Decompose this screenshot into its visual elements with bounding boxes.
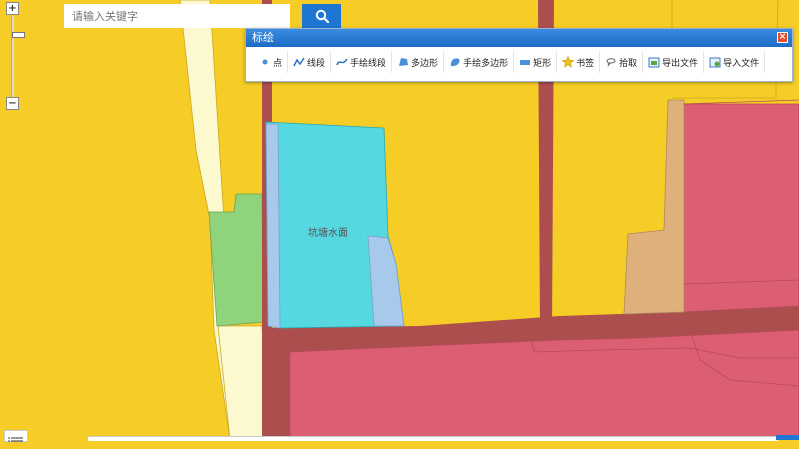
tool-bar: 点 线段 手绘线段 多边形 手绘多边形 矩形 书签 拾取 导出文件 导入文件 (246, 47, 792, 77)
tool-import[interactable]: 导入文件 (704, 51, 766, 73)
zoom-slider[interactable] (11, 16, 25, 100)
bottom-corner-button[interactable] (776, 435, 799, 440)
list-icon (8, 437, 23, 442)
freehand-polygon-icon (450, 58, 460, 67)
map-label-water: 坑塘水面 (308, 228, 348, 239)
tool-label: 手绘多边形 (463, 58, 509, 69)
light-blue-parcel (265, 123, 281, 329)
tool-polyline[interactable]: 线段 (288, 51, 332, 73)
panel-title-bar[interactable]: 标绘 × (246, 29, 792, 47)
tool-label: 导入文件 (723, 58, 760, 69)
rectangle-icon (520, 60, 531, 65)
tool-freehand-line[interactable]: 手绘线段 (331, 51, 393, 73)
tool-label: 手绘线段 (350, 58, 387, 69)
tool-label: 矩形 (533, 58, 552, 69)
zoom-in-button[interactable]: + (6, 2, 19, 15)
point-icon (262, 59, 268, 65)
search-box (64, 4, 341, 28)
polygon-icon (399, 58, 409, 66)
close-button[interactable]: × (777, 32, 788, 43)
tool-label: 线段 (307, 58, 326, 69)
bottom-status-bar (88, 436, 778, 441)
plotting-panel: 标绘 × 点 线段 手绘线段 多边形 手绘多边形 矩形 书签 拾取 导出文件 导… (245, 28, 793, 82)
close-icon: × (778, 32, 787, 42)
tool-export[interactable]: 导出文件 (643, 51, 705, 73)
tool-point[interactable]: 点 (254, 51, 289, 73)
export-icon (648, 57, 660, 68)
search-input[interactable] (64, 4, 290, 28)
zoom-slider-thumb[interactable] (12, 32, 25, 38)
tool-label: 多边形 (411, 58, 439, 69)
star-icon (562, 56, 575, 68)
layer-menu-button[interactable] (4, 430, 28, 442)
tool-polygon[interactable]: 多边形 (392, 51, 445, 73)
zoom-out-button[interactable]: − (6, 97, 19, 110)
tool-bookmark[interactable]: 书签 (557, 51, 601, 73)
tool-label: 点 (273, 58, 283, 69)
tool-pick[interactable]: 拾取 (600, 51, 644, 73)
green-parcel (208, 193, 264, 327)
search-icon (315, 9, 329, 24)
freehand-line-icon (336, 58, 348, 66)
pick-icon (606, 58, 616, 67)
search-button[interactable] (302, 4, 341, 28)
tool-label: 书签 (576, 58, 595, 69)
tool-rectangle[interactable]: 矩形 (514, 51, 558, 73)
polyline-icon (293, 57, 305, 67)
zoom-control: + − (6, 2, 25, 110)
tool-label: 拾取 (619, 58, 638, 69)
tool-label: 导出文件 (662, 58, 699, 69)
tool-freehand-polygon[interactable]: 手绘多边形 (444, 51, 515, 73)
panel-title: 标绘 (252, 31, 274, 44)
import-icon (709, 57, 721, 68)
